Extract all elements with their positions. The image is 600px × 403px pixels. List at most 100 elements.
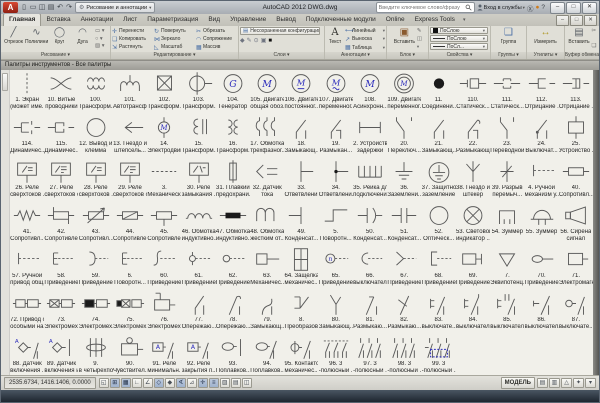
palette-item[interactable]: 97. 3-полюсный ...: [353, 334, 387, 375]
insert-block-button[interactable]: ▣ Вставить: [393, 27, 416, 51]
palette-item[interactable]: 74.Электромех...: [79, 290, 113, 334]
palette-item[interactable]: 50.Конденсат...: [353, 202, 387, 246]
ellipse-icon[interactable]: ○ ▾: [95, 36, 105, 43]
palette-item[interactable]: 70.Приведение...: [524, 246, 558, 290]
edit-перенести-button[interactable]: ✛Перенести: [112, 27, 153, 35]
palette-item[interactable]: 102.Трансформ...: [147, 70, 181, 114]
palette-item[interactable]: 26. Релесверхтоков ...: [10, 158, 44, 202]
palette-item[interactable]: 96. 3-полюсный ...: [319, 334, 353, 375]
palette-item[interactable]: 112.Отрицание ...: [524, 70, 558, 114]
property-combo-1[interactable]: ПоСлою▾: [430, 35, 488, 42]
block-edit-icon[interactable]: ✎: [417, 28, 422, 35]
palette-item[interactable]: A88. Датчиквключения ...: [10, 334, 44, 375]
palette-item[interactable]: 23.Переводной...: [490, 114, 524, 158]
model-tab-button[interactable]: МОДЕЛЬ: [501, 377, 535, 389]
palette-item[interactable]: 46. Обмоткаиндуктивно...: [181, 202, 215, 246]
draw-круг-button[interactable]: ◯Круг: [48, 27, 71, 51]
palette-item[interactable]: M107. Двигательпеременног...: [319, 70, 353, 114]
panel-edit-label[interactable]: Редактирование ▾: [111, 52, 238, 59]
tab-online[interactable]: Online: [381, 14, 410, 26]
palette-item[interactable]: 68.Приведение...: [422, 246, 456, 290]
panel-block-label[interactable]: Блок ▾: [387, 52, 428, 59]
layout1-icon[interactable]: ▥: [549, 378, 560, 388]
toggle-snap[interactable]: ⊞: [110, 378, 120, 388]
toggle-infer[interactable]: ◱: [99, 378, 109, 388]
palette-item[interactable]: M109. Двигательпеременног...: [387, 70, 421, 114]
palette-item[interactable]: 76.Электромех...: [147, 290, 181, 334]
palette-item[interactable]: 25.Устройство ...: [559, 114, 593, 158]
tab-аннотации[interactable]: Аннотации: [76, 14, 119, 26]
copy-icon[interactable]: ❏: [592, 43, 597, 50]
toggle-qp[interactable]: ▤: [231, 378, 241, 388]
palette-item[interactable]: 36.Заземлени...: [387, 158, 421, 202]
toggle-sc[interactable]: ◫: [242, 378, 252, 388]
draw-полилиния-button[interactable]: ∿Полилиния: [25, 27, 48, 51]
palette-item[interactable]: 87.выключате...: [559, 290, 593, 334]
palette-item[interactable]: 101.Автотрансф...: [113, 70, 147, 114]
palette-item[interactable]: 40.Сопротивл...: [559, 158, 593, 202]
panel-utilities-label[interactable]: Утилиты ▾: [527, 52, 564, 59]
palette-item[interactable]: 93.Поплавков...: [216, 334, 250, 375]
palette-item[interactable]: M106. Двигательпостоянног...: [284, 70, 318, 114]
palette-item[interactable]: 58.Приведение...: [44, 246, 78, 290]
paste-button[interactable]: ▤ Вставить: [568, 27, 591, 51]
palette-item[interactable]: 83.выключате...: [422, 290, 456, 334]
workspace-dropdown[interactable]: ⚙ Рисование и аннотации ▾: [75, 2, 155, 13]
palette-item[interactable]: 53. Световойиндикатор ...: [456, 202, 490, 246]
palette-item[interactable]: 24.Выключат...: [524, 114, 558, 158]
open-file-icon[interactable]: ▭: [29, 2, 37, 13]
layer-match-icon[interactable]: ✎: [247, 37, 252, 44]
palette-item[interactable]: 77.Опережаю...: [181, 290, 215, 334]
doc-close-button[interactable]: ✕: [584, 15, 597, 26]
layout-model-icon[interactable]: ▤: [537, 378, 548, 388]
toggle-osnap3d[interactable]: ◆: [165, 378, 175, 388]
doc-minimize-button[interactable]: –: [556, 15, 569, 26]
palette-item[interactable]: 19.Размыкан...: [319, 114, 353, 158]
palette-item[interactable]: 95. Контактормеханичес...: [284, 334, 318, 375]
palette-item[interactable]: 56. Сиренасигнал: [559, 202, 593, 246]
palette-item[interactable]: 41.Сопротивл...: [10, 202, 44, 246]
tab-вид[interactable]: Вид: [203, 14, 225, 26]
palette-item[interactable]: n65.Приведение...: [319, 246, 353, 290]
palette-item[interactable]: 39. Разрывперемыч...: [490, 158, 524, 202]
palette-item[interactable]: 69.Приведение ...: [456, 246, 490, 290]
layer-color-swatch[interactable]: ■: [268, 38, 272, 44]
palette-item[interactable]: 29. Релесверхтоков с...: [113, 158, 147, 202]
toggle-ducs[interactable]: ⊿: [187, 378, 197, 388]
tab-express-tools[interactable]: Express Tools: [410, 14, 460, 26]
panel-groups-label[interactable]: Группы ▾: [491, 52, 526, 59]
palette-item[interactable]: 54. Зуммер: [490, 202, 524, 246]
maximize-button[interactable]: □: [566, 2, 581, 14]
save-icon[interactable]: ◫: [38, 2, 46, 13]
doc-restore-button[interactable]: □: [570, 15, 583, 26]
palette-item[interactable]: 42.Сопротивле...: [44, 202, 78, 246]
palette-item[interactable]: 5.Поворотн...: [319, 202, 353, 246]
toggle-tpy[interactable]: ▨: [220, 378, 230, 388]
layer-prev-icon[interactable]: ⊙: [254, 37, 259, 44]
edit-масштаб-button[interactable]: ◺Масштаб: [154, 43, 195, 51]
palette-item[interactable]: 47. Обмоткаиндуктивно...: [216, 202, 250, 246]
palette-item[interactable]: 30. Релезамыкания ...: [181, 158, 215, 202]
tab-лист[interactable]: Лист: [118, 14, 142, 26]
toggle-grid[interactable]: ▦: [121, 378, 131, 388]
palette-item[interactable]: 72. Привод сособыми на...: [10, 290, 44, 334]
palette-item[interactable]: A92. Релезакрытия п...: [181, 334, 215, 375]
palette-item[interactable]: 61.Приведение...: [181, 246, 215, 290]
palette-item[interactable]: 1. Экран(может име...: [10, 70, 44, 114]
measure-button[interactable]: ↔ Измерить: [534, 27, 557, 51]
palette-item[interactable]: 98. 3-полюсный ...: [387, 334, 421, 375]
palette-item[interactable]: 114.Динамичес...: [10, 114, 44, 158]
toggle-polar[interactable]: ∠: [143, 378, 153, 388]
annot-выноска-button[interactable]: ↗Выноска▾: [345, 36, 385, 43]
annot-visibility-icon[interactable]: ✦: [573, 378, 584, 388]
palette-item[interactable]: 21.Замыкающ...: [422, 114, 456, 158]
palette-item[interactable]: 84.выключател...: [456, 290, 490, 334]
tab-вставка[interactable]: Вставка: [41, 14, 75, 26]
edit-повернуть-button[interactable]: ↻Повернуть: [154, 27, 195, 35]
redo-icon[interactable]: ↷: [65, 2, 73, 13]
palette-item[interactable]: 7.Эквипотенц...: [490, 246, 524, 290]
palette-item[interactable]: 52.Оптическ...: [422, 202, 456, 246]
tab-вывод[interactable]: Вывод: [271, 14, 301, 26]
palette-item[interactable]: 33.Ответвлени...: [284, 158, 318, 202]
palette-item[interactable]: 86.выключател...: [524, 290, 558, 334]
